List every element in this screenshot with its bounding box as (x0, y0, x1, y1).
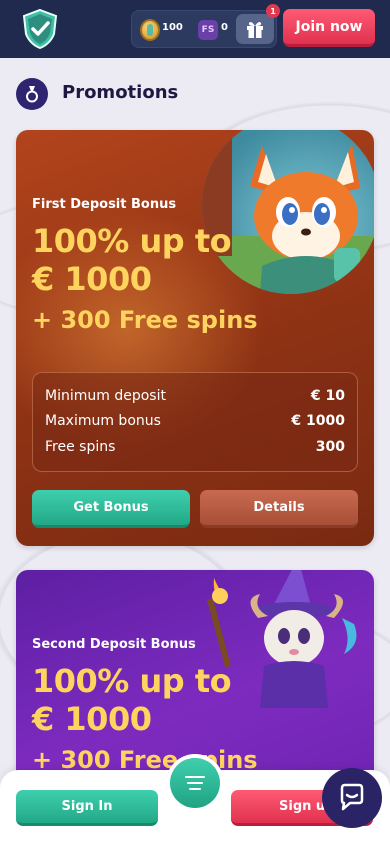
promo-headline-line2: € 1000 (32, 260, 152, 298)
sign-in-button[interactable]: Sign In (16, 790, 158, 826)
free-spins-balance: 0 (221, 22, 228, 33)
details-button[interactable]: Details (200, 490, 358, 528)
promo-free-spins: + 300 Free spins (32, 306, 258, 334)
detail-row-min-deposit: Minimum deposit € 10 (45, 388, 345, 404)
wallet-panel[interactable]: 100 FS 0 (131, 10, 277, 48)
promo-headline-line1: 100% up to (32, 662, 232, 700)
menu-button[interactable] (170, 758, 220, 808)
medal-icon (16, 78, 48, 110)
gift-icon (247, 22, 263, 38)
promo-card-first-deposit: First Deposit Bonus 100% up to € 1000 + … (16, 130, 374, 546)
chat-bubble-icon (340, 783, 364, 811)
gift-button[interactable] (236, 14, 274, 44)
detail-row-free-spins: Free spins 300 (45, 439, 345, 455)
free-spins-icon: FS (198, 20, 218, 40)
coin-icon (140, 19, 160, 41)
detail-row-max-bonus: Maximum bonus € 1000 (45, 413, 345, 429)
top-header: 100 FS 0 1 Join now (0, 0, 390, 58)
promo-subtitle: Second Deposit Bonus (32, 637, 196, 652)
join-now-button[interactable]: Join now (283, 9, 375, 47)
shield-logo-icon[interactable] (20, 8, 60, 50)
chat-button[interactable] (322, 768, 382, 828)
coin-balance: 100 (162, 22, 183, 33)
promo-subtitle: First Deposit Bonus (32, 197, 177, 212)
get-bonus-button[interactable]: Get Bonus (32, 490, 190, 528)
promo-headline-line1: 100% up to (32, 222, 232, 260)
gift-count-badge: 1 (266, 4, 280, 18)
hamburger-icon (185, 776, 205, 790)
page-title: Promotions (62, 82, 179, 103)
promo-headline-line2: € 1000 (32, 700, 152, 738)
promo-details-box: Minimum deposit € 10 Maximum bonus € 100… (32, 372, 358, 472)
